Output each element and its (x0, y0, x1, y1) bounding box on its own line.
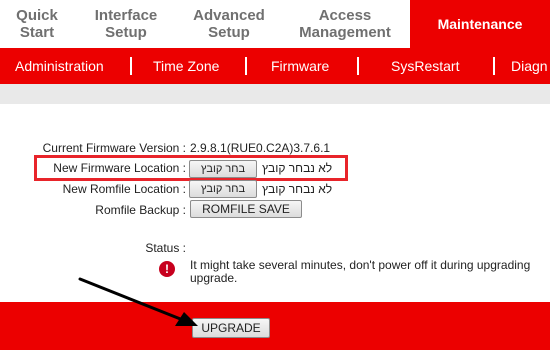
tab-label: Setup (105, 24, 147, 41)
status-message-line2: upgrade. (190, 271, 238, 285)
status-message-line1: It might take several minutes, don't pow… (190, 258, 531, 272)
choose-romfile-button[interactable]: בחר קובץ (189, 180, 257, 198)
subnav-administration[interactable]: Administration (15, 48, 104, 84)
tab-label: Interface (94, 7, 158, 24)
subnav-diagnostics[interactable]: Diagn (511, 48, 548, 84)
tab-quick-start[interactable]: Quick Start (0, 0, 74, 48)
sub-navigation: Administration Time Zone Firmware SysRes… (0, 48, 550, 84)
error-icon: ! (159, 261, 175, 277)
new-firmware-location-label: New Firmware Location : (53, 161, 186, 175)
subnav-time-zone[interactable]: Time Zone (153, 48, 219, 84)
divider (245, 57, 247, 75)
main-tabs: Quick Start Interface Setup Advanced Set… (0, 0, 550, 48)
subnav-label: SysRestart (391, 58, 460, 74)
subnav-label: Firmware (271, 58, 330, 74)
current-firmware-value: 2.9.8.1(RUE0.C2A)3.7.6.1 (190, 141, 331, 155)
tab-label: Management (299, 24, 391, 41)
tab-label: Quick (16, 7, 58, 24)
section-header-bar (0, 84, 550, 104)
divider (357, 57, 359, 75)
tab-access-management[interactable]: Access Management (280, 0, 410, 48)
current-firmware-label: Current Firmware Version : (42, 141, 186, 155)
divider (493, 57, 495, 75)
romfile-backup-label: Romfile Backup : (95, 203, 186, 217)
subnav-sysrestart[interactable]: SysRestart (391, 48, 459, 84)
divider (130, 57, 132, 75)
tab-label: Start (19, 24, 55, 41)
status-label: Status : (145, 241, 186, 255)
tab-interface-setup[interactable]: Interface Setup (74, 0, 178, 48)
choose-firmware-file-button[interactable]: בחר קובץ (189, 160, 257, 178)
tab-label: Access (318, 7, 372, 24)
tab-label: Maintenance (437, 15, 523, 32)
tab-maintenance[interactable]: Maintenance (410, 0, 550, 48)
romfile-no-file-text: לא נבחר קובץ (262, 182, 333, 196)
romfile-save-button[interactable]: ROMFILE SAVE (190, 200, 302, 218)
subnav-label: Time Zone (153, 58, 220, 74)
subnav-firmware[interactable]: Firmware (271, 48, 329, 84)
new-romfile-location-label: New Romfile Location : (62, 182, 186, 196)
footer-bar (0, 302, 550, 350)
subnav-label: Administration (15, 58, 104, 74)
tab-advanced-setup[interactable]: Advanced Setup (178, 0, 280, 48)
upgrade-button[interactable]: UPGRADE (192, 318, 270, 338)
subnav-label: Diagn (511, 58, 548, 74)
tab-label: Advanced (193, 7, 265, 24)
firmware-no-file-text: לא נבחר קובץ (262, 161, 333, 175)
tab-label: Setup (208, 24, 250, 41)
